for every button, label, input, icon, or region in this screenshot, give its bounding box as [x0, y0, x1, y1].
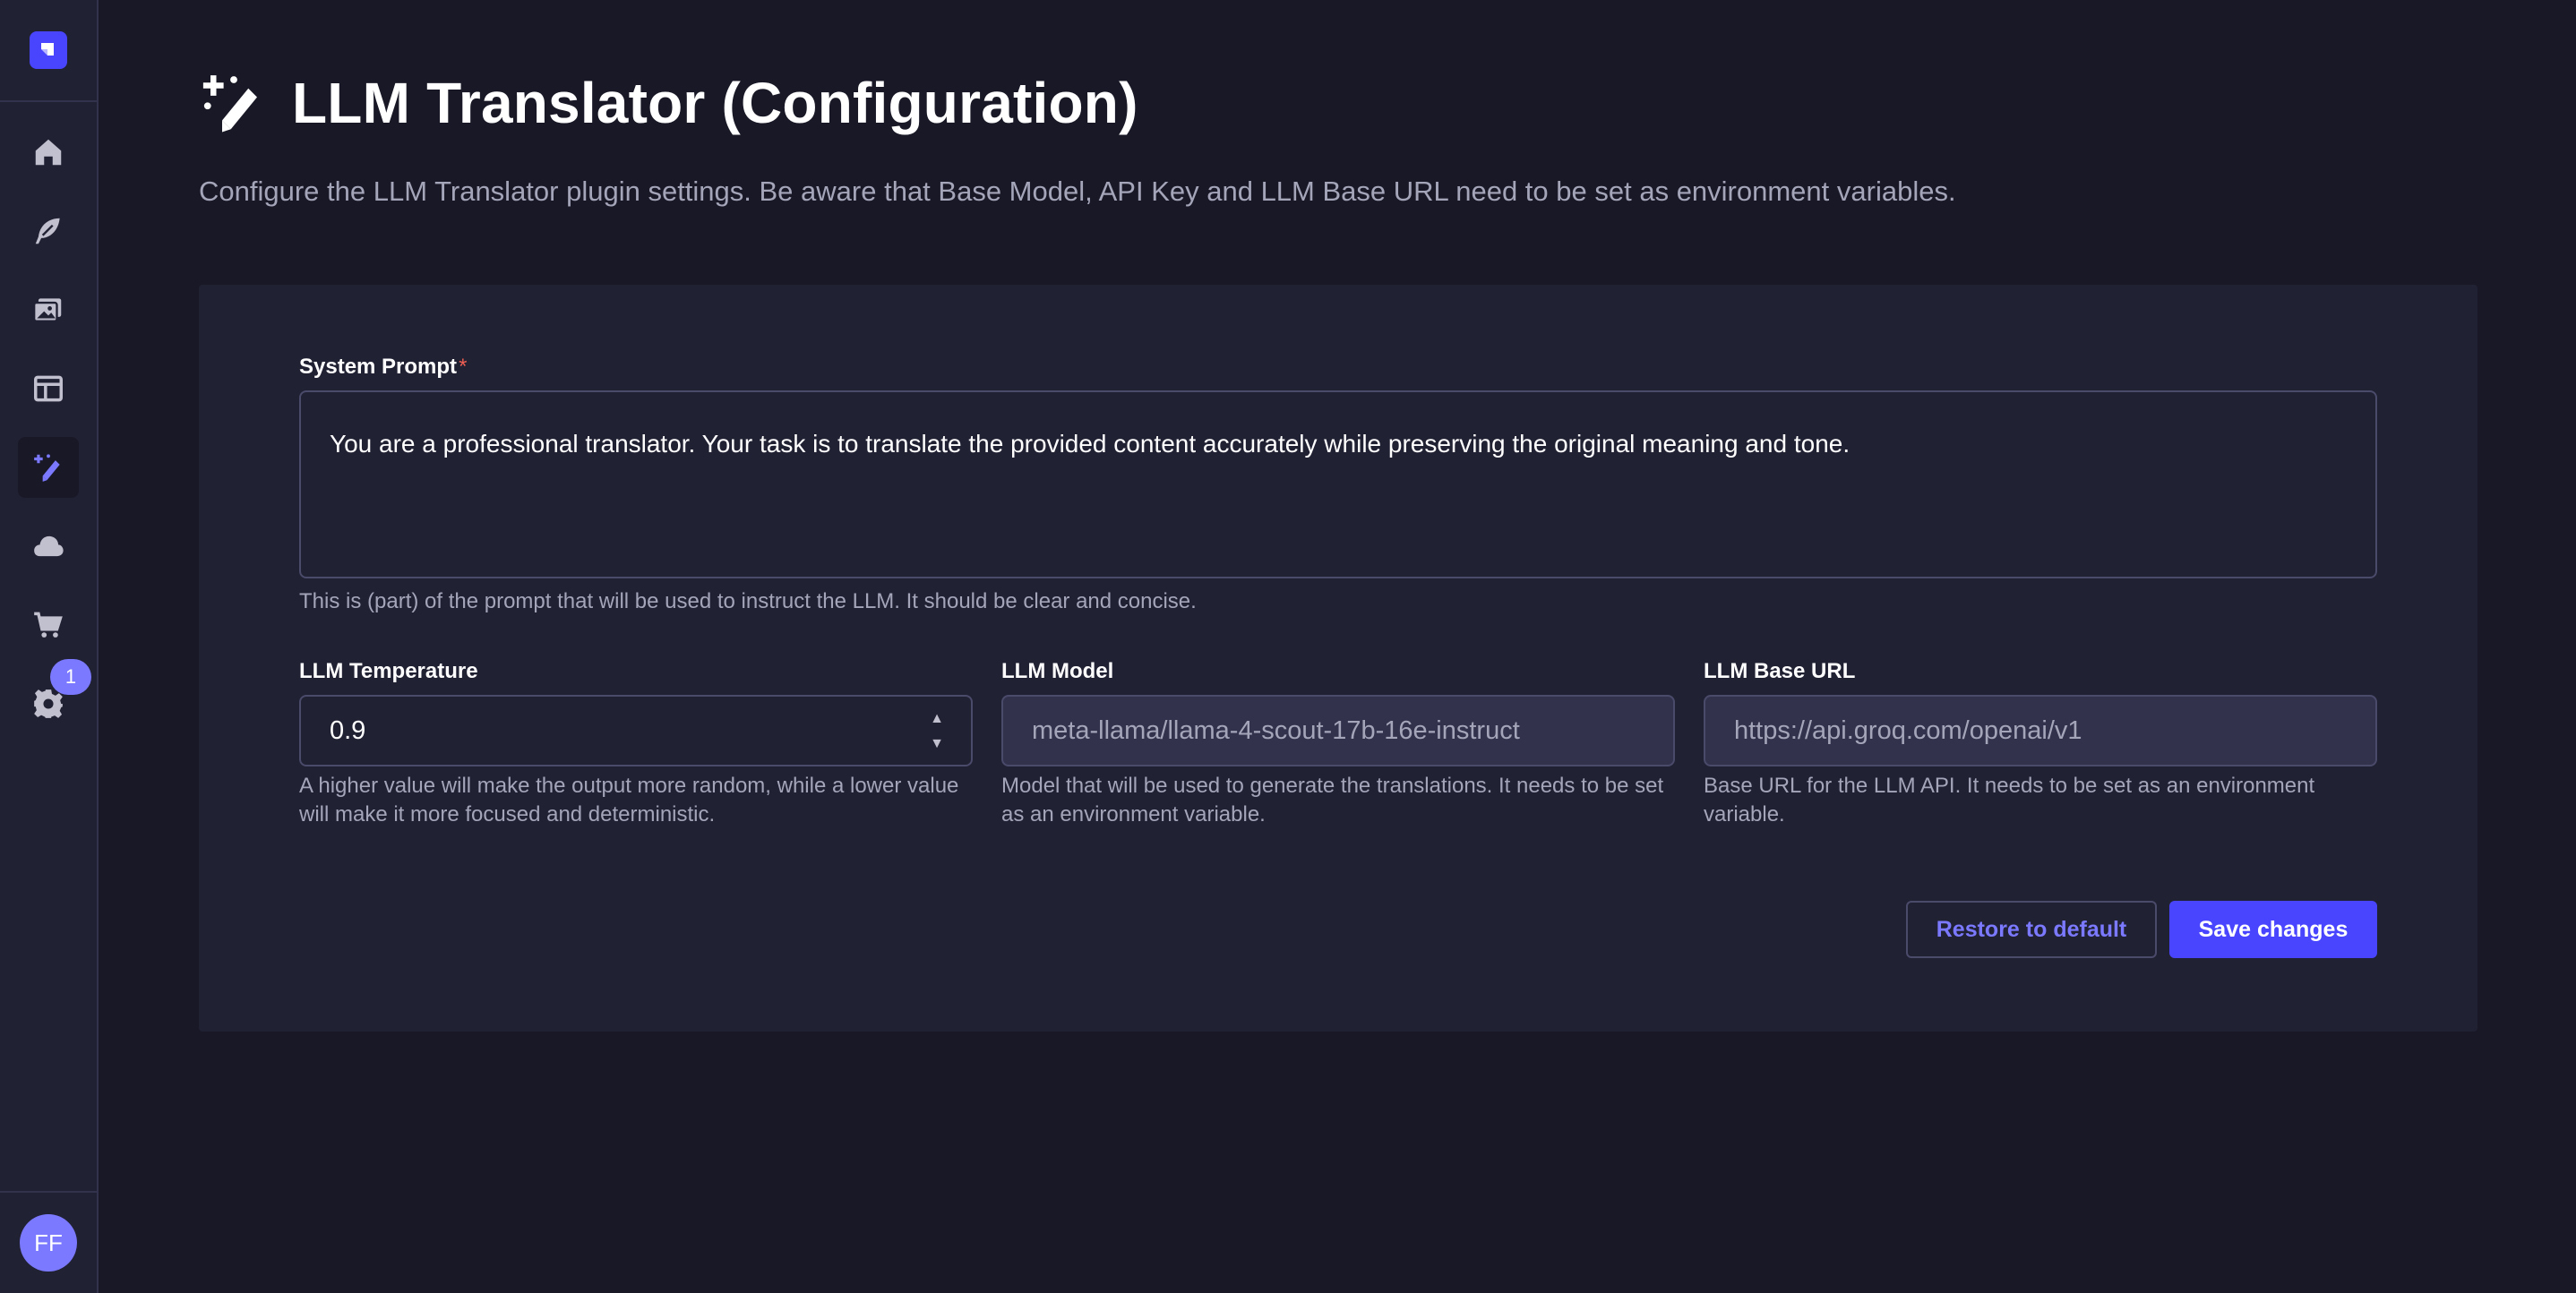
feather-icon	[35, 218, 60, 244]
model-label: LLM Model	[1001, 659, 1114, 683]
decrement-arrow-icon[interactable]: ▼	[930, 734, 944, 754]
system-prompt-label-text: System Prompt	[299, 355, 458, 379]
sidebar-item-cloud[interactable]	[18, 516, 79, 577]
sidebar-item-home[interactable]	[18, 122, 79, 183]
app-logo-icon[interactable]	[30, 31, 67, 69]
magic-wand-icon	[34, 454, 60, 482]
home-icon	[35, 139, 62, 166]
sidebar-footer: FF	[0, 1191, 97, 1293]
sidebar-item-media-library[interactable]	[18, 279, 79, 340]
required-mark: *	[459, 355, 468, 379]
base-url-value: https://api.groq.com/openai/v1	[1734, 715, 2082, 745]
save-changes-button[interactable]: Save changes	[2169, 901, 2377, 958]
magic-wand-icon	[202, 75, 257, 133]
temperature-input[interactable]: 0.9 ▲ ▼	[299, 695, 973, 766]
user-avatar[interactable]: FF	[20, 1214, 77, 1272]
base-url-hint: Base URL for the LLM API. It needs to be…	[1704, 774, 2315, 827]
settings-notification-badge: 1	[50, 659, 91, 695]
temperature-stepper[interactable]: ▲ ▼	[926, 709, 948, 754]
cart-icon	[34, 612, 63, 638]
page-header: LLM Translator (Configuration)	[199, 68, 1138, 138]
increment-arrow-icon[interactable]: ▲	[930, 709, 944, 729]
page-title: LLM Translator (Configuration)	[292, 71, 1138, 135]
settings-card: System Prompt* You are a professional tr…	[199, 285, 2477, 1032]
sidebar-item-llm-translator[interactable]	[18, 437, 79, 498]
temperature-value: 0.9	[330, 715, 366, 745]
system-prompt-label: System Prompt*	[299, 355, 467, 380]
sidebar-item-content-manager[interactable]	[18, 201, 79, 261]
layout-icon	[34, 375, 63, 402]
brand	[0, 0, 97, 102]
model-value: meta-llama/llama-4-scout-17b-16e-instruc…	[1032, 715, 1520, 745]
model-hint: Model that will be used to generate the …	[1001, 774, 1664, 827]
app-window: 1 FF LLM Translator (Configuration) Conf…	[0, 0, 2576, 1293]
base-url-input: https://api.groq.com/openai/v1	[1704, 695, 2377, 766]
restore-default-button[interactable]: Restore to default	[1906, 901, 2157, 958]
cloud-icon	[34, 535, 64, 557]
page-subtitle: Configure the LLM Translator plugin sett…	[199, 176, 1956, 207]
temperature-hint: A higher value will make the output more…	[299, 774, 959, 827]
sidebar-item-content-type-builder[interactable]	[18, 358, 79, 419]
images-icon	[32, 298, 62, 322]
temperature-label: LLM Temperature	[299, 659, 478, 683]
base-url-label: LLM Base URL	[1704, 659, 1856, 683]
system-prompt-textarea[interactable]: You are a professional translator. Your …	[299, 390, 2377, 578]
system-prompt-hint: This is (part) of the prompt that will b…	[299, 589, 1197, 613]
sidebar-item-marketplace[interactable]	[18, 595, 79, 655]
sidebar: 1 FF	[0, 0, 99, 1293]
model-input: meta-llama/llama-4-scout-17b-16e-instruc…	[1001, 695, 1675, 766]
